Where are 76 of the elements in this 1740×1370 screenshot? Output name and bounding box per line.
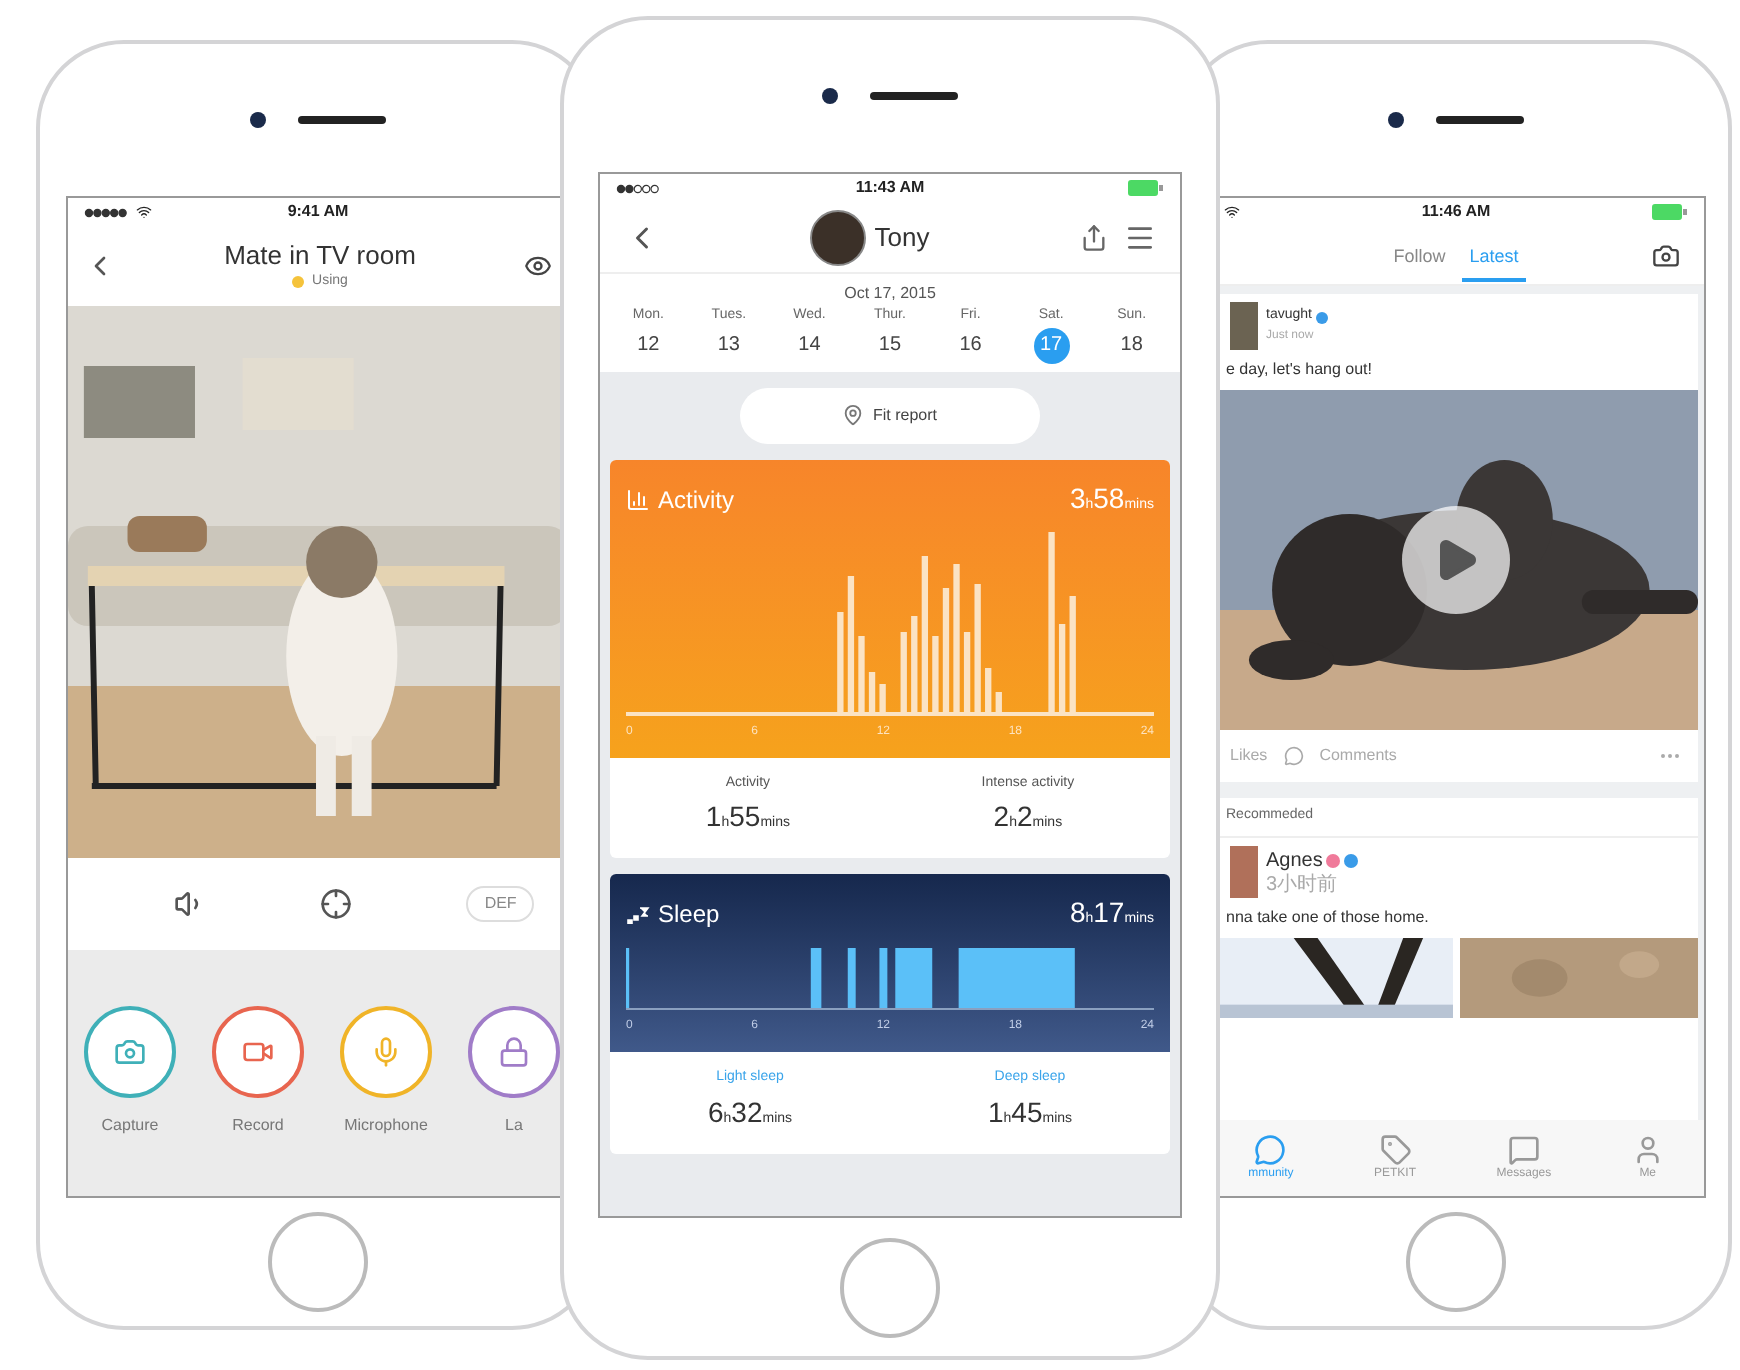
comment-icon	[1283, 746, 1304, 766]
action-button[interactable]	[84, 1006, 176, 1098]
action-label: Microphone	[344, 1114, 428, 1138]
camera-lens-icon	[250, 112, 266, 128]
nav-icon	[1254, 1133, 1287, 1165]
speaker-grille-icon	[870, 92, 958, 100]
activity-bar	[963, 631, 971, 711]
sleep-bar	[895, 948, 933, 1008]
sleep-bar	[958, 948, 1075, 1008]
activity-bar	[911, 615, 918, 711]
pin-icon	[842, 404, 865, 426]
card-title: Sleep	[658, 898, 722, 932]
post-text: e day, let's hang out!	[1224, 358, 1374, 382]
eye-icon[interactable]	[524, 252, 552, 280]
verified-badge-icon	[1344, 854, 1359, 868]
nav-icon	[1507, 1133, 1540, 1165]
avatar	[810, 209, 867, 265]
bar-chart-icon	[626, 487, 650, 511]
activity-bar	[942, 587, 950, 711]
action-label: Record	[232, 1114, 284, 1138]
card-title: Activity	[658, 483, 737, 517]
status-time: 9:41 AM	[287, 200, 349, 224]
post-text: nna take one of those home.	[1224, 905, 1431, 929]
quality-button[interactable]: DEF	[466, 886, 535, 922]
status-time: 11:43 AM	[855, 176, 925, 200]
action-label: La	[505, 1114, 523, 1138]
comments-link[interactable]: Comments	[1319, 744, 1642, 768]
action-button[interactable]	[468, 1006, 560, 1098]
signal-icon	[616, 183, 660, 193]
activity-bar	[837, 611, 844, 711]
speaker-grille-icon	[298, 116, 386, 124]
activity-bar	[868, 671, 876, 711]
action-label: Capture	[101, 1114, 159, 1138]
crosshair-icon[interactable]	[319, 888, 352, 920]
menu-icon[interactable]	[1124, 221, 1156, 253]
status-time: 11:46 AM	[1421, 200, 1491, 224]
nav-icon	[1379, 1133, 1412, 1165]
nav-icon	[1631, 1133, 1664, 1165]
activity-bar	[995, 691, 1002, 711]
signal-icon	[84, 207, 128, 217]
share-icon[interactable]	[1080, 223, 1108, 251]
verified-badge-icon	[1315, 311, 1328, 323]
activity-bar	[858, 635, 865, 711]
wifi-icon	[1224, 204, 1240, 220]
battery-icon	[1128, 180, 1165, 196]
sleep-bar	[847, 948, 856, 1008]
sleep-bar	[810, 948, 822, 1008]
activity-bar	[1069, 595, 1076, 711]
post-time: 3小时前	[1266, 876, 1340, 896]
date-label: Oct 17, 2015	[844, 282, 936, 306]
activity-bar	[932, 635, 939, 711]
activity-bar	[847, 575, 855, 711]
activity-bar	[879, 683, 886, 711]
gender-badge-icon	[1326, 854, 1341, 868]
avatar	[1230, 845, 1258, 897]
likes-link[interactable]: Likes	[1230, 744, 1268, 768]
speaker-grille-icon	[1436, 116, 1524, 124]
sleep-icon	[626, 904, 650, 924]
camera-lens-icon	[1388, 112, 1404, 128]
camera-title: Mate in TV room	[224, 239, 416, 272]
camera-lens-icon	[822, 88, 838, 104]
author-name: Agnes	[1266, 848, 1323, 873]
activity-bar	[1058, 623, 1066, 711]
sleep-bar	[879, 948, 888, 1008]
activity-bar	[985, 667, 992, 711]
user-name: Tony	[874, 219, 930, 256]
avatar	[1230, 302, 1258, 350]
activity-bar	[900, 631, 907, 711]
wifi-icon	[136, 204, 152, 220]
action-button[interactable]	[212, 1006, 304, 1098]
camera-icon[interactable]	[1652, 242, 1680, 270]
feed-tab[interactable]: Follow	[1385, 227, 1454, 283]
activity-bar	[974, 583, 981, 711]
feed-tab[interactable]: Latest	[1461, 227, 1527, 283]
fit-report-button[interactable]: Fit report	[740, 387, 1040, 443]
battery-icon	[1652, 204, 1689, 220]
